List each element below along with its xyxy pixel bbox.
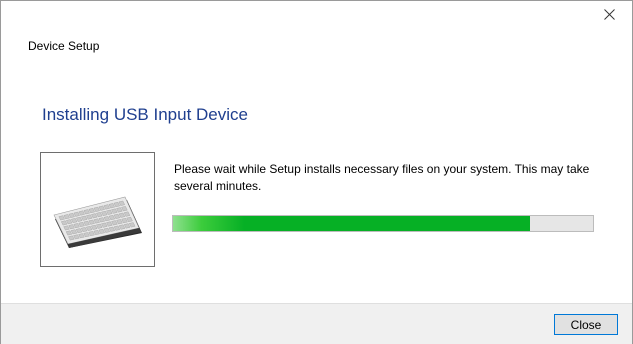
progress-bar-fill xyxy=(173,216,530,231)
window-close-button[interactable] xyxy=(586,1,632,31)
footer-bar: Close xyxy=(1,303,632,344)
page-title: Installing USB Input Device xyxy=(42,105,248,124)
keyboard-icon xyxy=(41,196,154,270)
progress-bar xyxy=(172,215,594,232)
device-setup-window: Device Setup Installing USB Input Device… xyxy=(0,0,633,344)
device-image xyxy=(40,152,155,267)
close-icon xyxy=(603,7,615,25)
close-button[interactable]: Close xyxy=(554,314,618,335)
title-bar xyxy=(1,1,632,31)
status-message: Please wait while Setup installs necessa… xyxy=(174,162,590,193)
app-title: Device Setup xyxy=(28,39,100,53)
